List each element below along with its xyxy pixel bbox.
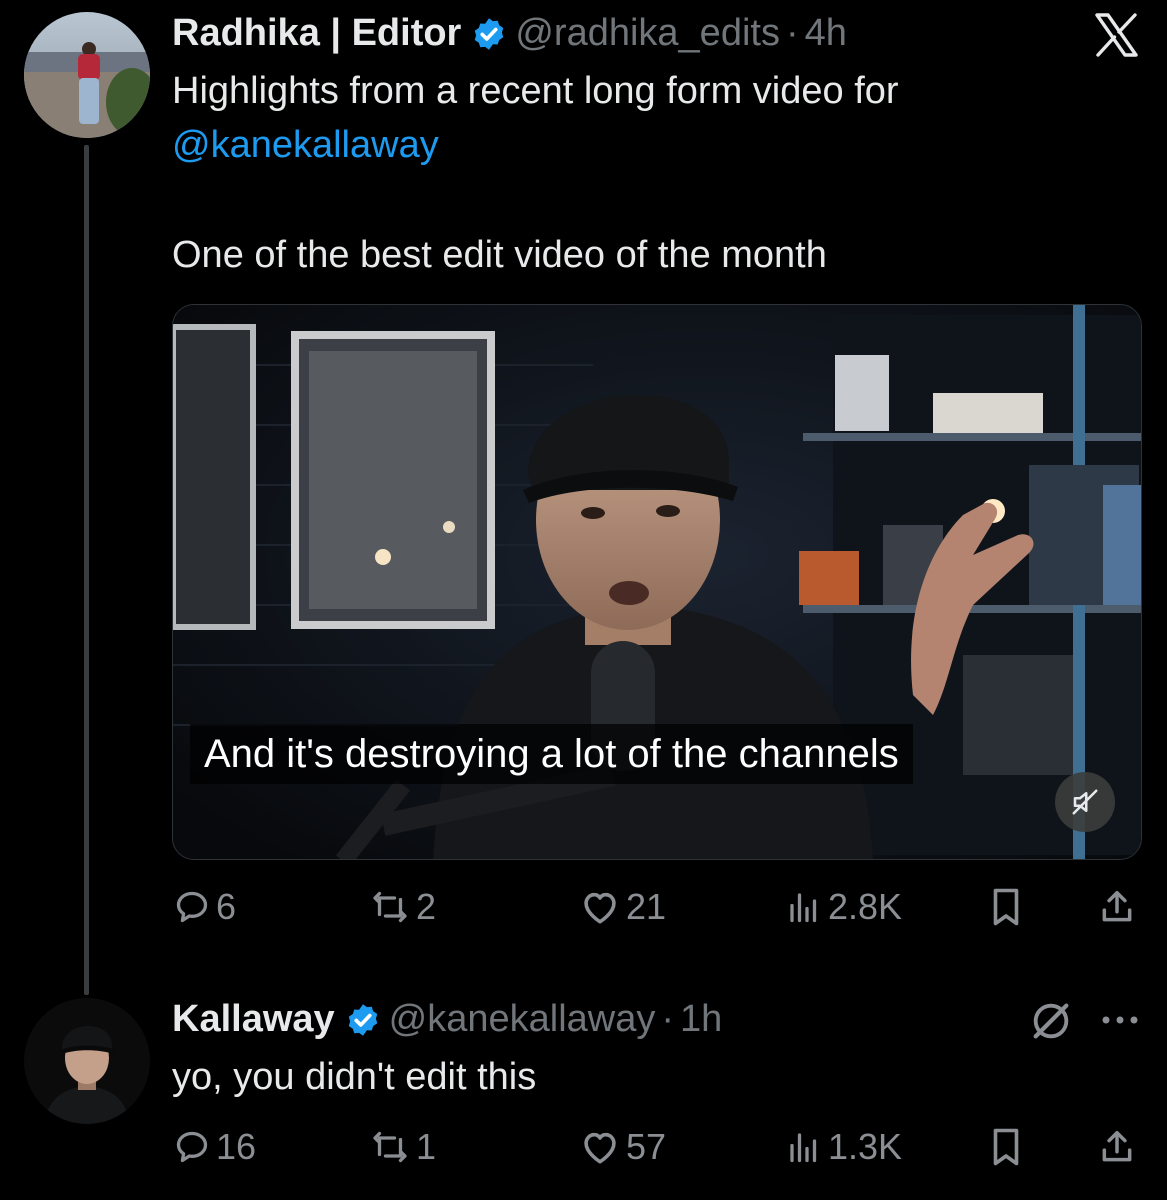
share-button[interactable]: [1098, 1120, 1136, 1174]
repost-count: 2: [416, 886, 437, 927]
bookmark-icon: [993, 888, 1019, 926]
avatar[interactable]: [24, 998, 150, 1124]
video-caption: And it's destroying a lot of the channel…: [190, 724, 913, 784]
separator-dot: ·: [785, 12, 799, 54]
tweet-text-line: One of the best edit video of the month: [172, 234, 827, 276]
bookmark-icon: [993, 1128, 1019, 1166]
thread-view: Radhika | Editor @radhika_edits · 4h Hig…: [0, 0, 1167, 1200]
reply-count: 6: [216, 886, 237, 927]
grok-icon[interactable]: [1028, 998, 1074, 1044]
tweet-header: Kallaway @kanekallaway · 1h: [172, 998, 722, 1041]
avatar[interactable]: [24, 12, 150, 138]
muted-speaker-icon: [1072, 789, 1098, 815]
verified-badge-icon: [471, 16, 507, 52]
repost-button[interactable]: 2: [370, 880, 436, 934]
view-count: 2.8K: [828, 886, 903, 927]
reply-icon: [176, 891, 208, 923]
timestamp[interactable]: 4h: [805, 12, 847, 55]
bookmark-button[interactable]: [988, 880, 1024, 934]
tweet-body: yo, you didn't edit this: [172, 1056, 537, 1098]
author-name[interactable]: Kallaway: [172, 998, 335, 1041]
tweet-action-bar: 6 2 21 2.8K: [172, 880, 1142, 934]
repost-count: 1: [416, 1126, 437, 1167]
repost-icon: [373, 1131, 407, 1163]
reply-count: 16: [216, 1126, 257, 1167]
share-button[interactable]: [1098, 880, 1136, 934]
like-button[interactable]: 21: [580, 880, 666, 934]
views-chart-icon: [790, 1133, 817, 1163]
author-handle[interactable]: @radhika_edits: [515, 12, 780, 55]
reply-button[interactable]: 16: [174, 1120, 256, 1174]
tweet-body: Highlights from a recent long form video…: [172, 64, 899, 282]
author-handle[interactable]: @kanekallaway: [389, 998, 656, 1041]
separator-dot: ·: [661, 998, 675, 1040]
tweet-text-line: Highlights from a recent long form video…: [172, 70, 899, 112]
views-button[interactable]: 1.3K: [786, 1120, 902, 1174]
x-logo-icon[interactable]: [1091, 10, 1141, 60]
views-chart-icon: [790, 893, 817, 923]
share-icon: [1102, 1131, 1132, 1162]
bookmark-button[interactable]: [988, 1120, 1024, 1174]
repost-icon: [373, 891, 407, 923]
mention-link[interactable]: @kanekallaway: [172, 118, 899, 172]
heart-icon: [584, 1132, 616, 1164]
view-count: 1.3K: [828, 1126, 903, 1167]
more-dots-icon[interactable]: [1098, 1012, 1142, 1028]
like-button[interactable]: 57: [580, 1120, 666, 1174]
like-count: 57: [626, 1126, 667, 1167]
verified-badge-icon: [345, 1002, 381, 1038]
mute-toggle-button[interactable]: [1055, 772, 1115, 832]
share-icon: [1102, 891, 1132, 922]
heart-icon: [584, 892, 616, 924]
reply-icon: [176, 1131, 208, 1163]
like-count: 21: [626, 886, 667, 927]
thread-connector-line: [84, 145, 89, 995]
views-button[interactable]: 2.8K: [786, 880, 902, 934]
repost-button[interactable]: 1: [370, 1120, 436, 1174]
tweet-header: Radhika | Editor @radhika_edits · 4h: [172, 12, 847, 55]
timestamp[interactable]: 1h: [680, 998, 722, 1041]
reply-button[interactable]: 6: [174, 880, 236, 934]
tweet-action-bar: 16 1 57 1.3K: [172, 1120, 1142, 1174]
author-name[interactable]: Radhika | Editor: [172, 12, 461, 55]
